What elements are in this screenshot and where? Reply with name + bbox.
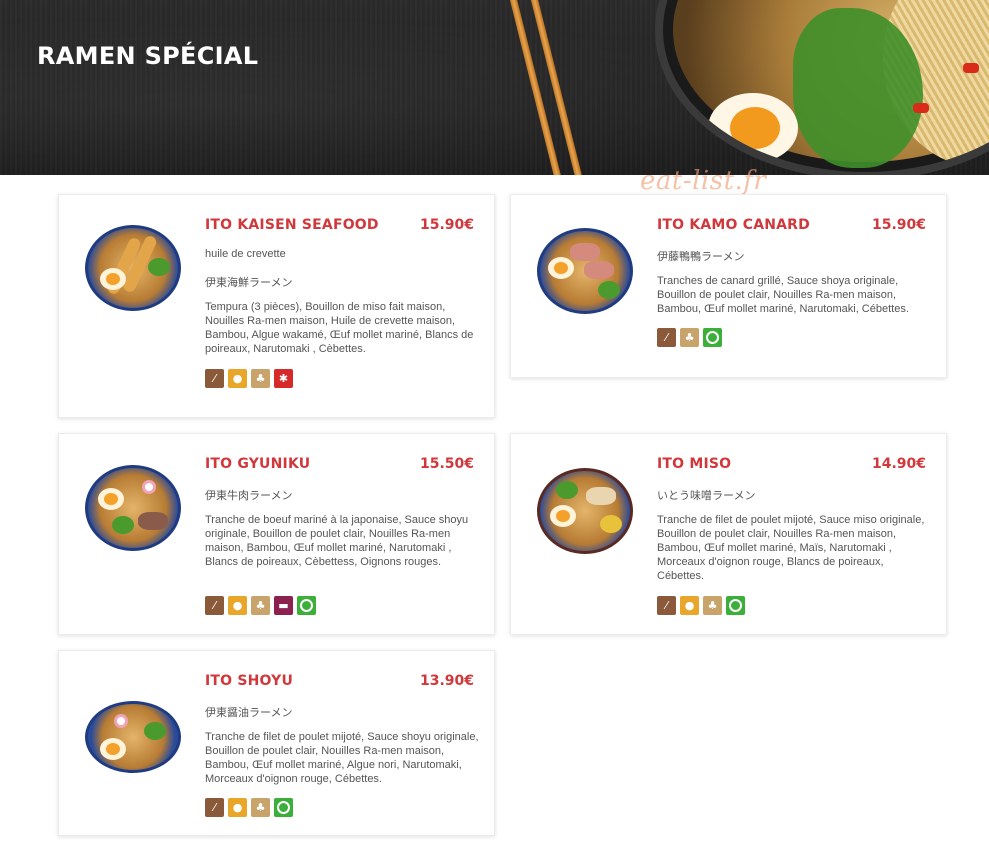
item-price: 15.90€ [871, 217, 926, 233]
nuts-icon: ♣ [251, 369, 270, 388]
item-description: Tranches de canard grillé, Sauce shoya o… [657, 275, 909, 315]
item-price: 14.90€ [871, 456, 926, 472]
item-name: ITO SHOYU [205, 673, 294, 689]
item-price: 15.50€ [419, 456, 474, 472]
vegetal-icon [726, 596, 745, 615]
watermark: eat-list.fr [640, 166, 767, 196]
item-japanese-name: 伊東海鮮ラーメン [205, 277, 293, 289]
ramen-thumbnail [85, 225, 181, 311]
item-name: ITO MISO [657, 456, 732, 472]
item-japanese-name: 伊藤鴨鴨ラーメン [657, 251, 745, 263]
item-subtitle: huile de crevette [205, 248, 286, 260]
menu-item-card[interactable]: ITO MISO 14.90€ いとう味噌ラーメン Tranche de fil… [510, 433, 947, 635]
item-japanese-name: 伊東醤油ラーメン [205, 707, 293, 719]
page-title: RAMEN SPÉCIAL [37, 42, 259, 70]
item-price: 13.90€ [419, 673, 474, 689]
nuts-icon: ♣ [703, 596, 722, 615]
nuts-icon: ♣ [251, 798, 270, 817]
item-name: ITO KAMO CANARD [657, 217, 810, 233]
allergen-icons: ⁄ ● ♣ ▬ [205, 596, 316, 615]
crustacean-icon: ✱ [274, 369, 293, 388]
item-price: 15.90€ [419, 217, 474, 233]
gluten-icon: ⁄ [205, 596, 224, 615]
egg-icon: ● [228, 798, 247, 817]
item-name: ITO KAISEN SEAFOOD [205, 217, 379, 233]
egg-icon: ● [228, 369, 247, 388]
gluten-icon: ⁄ [205, 369, 224, 388]
ramen-thumbnail [85, 701, 181, 773]
nuts-icon: ♣ [680, 328, 699, 347]
allergen-icons: ⁄ ♣ [657, 328, 722, 347]
item-japanese-name: 伊東牛肉ラーメン [205, 490, 293, 502]
hero-banner: RAMEN SPÉCIAL [0, 0, 989, 175]
allergen-icons: ⁄ ● ♣ [205, 798, 293, 817]
item-description: Tranche de filet de poulet mijoté, Sauce… [657, 514, 925, 582]
gluten-icon: ⁄ [657, 328, 676, 347]
item-description: Tempura (3 pièces), Bouillon de miso fai… [205, 301, 474, 355]
egg-icon: ● [228, 596, 247, 615]
item-description: Tranche de filet de poulet mijoté, Sauce… [205, 731, 479, 785]
menu-item-card[interactable]: ITO KAMO CANARD 15.90€ 伊藤鴨鴨ラーメン Tranches… [510, 194, 947, 378]
ramen-thumbnail [85, 465, 181, 551]
item-japanese-name: いとう味噌ラーメン [657, 490, 756, 502]
beef-icon: ▬ [274, 596, 293, 615]
ramen-thumbnail [537, 468, 633, 554]
gluten-icon: ⁄ [657, 596, 676, 615]
item-description: Tranche de boeuf mariné à la japonaise, … [205, 514, 469, 568]
menu-item-card[interactable]: ITO KAISEN SEAFOOD 15.90€ huile de creve… [58, 194, 495, 418]
vegetal-icon [297, 596, 316, 615]
nuts-icon: ♣ [251, 596, 270, 615]
menu-item-card[interactable]: ITO SHOYU 13.90€ 伊東醤油ラーメン Tranche de fil… [58, 650, 495, 836]
menu-item-card[interactable]: ITO GYUNIKU 15.50€ 伊東牛肉ラーメン Tranche de b… [58, 433, 495, 635]
ramen-thumbnail [537, 228, 633, 314]
vegetal-icon [703, 328, 722, 347]
egg-icon: ● [680, 596, 699, 615]
vegetal-icon [274, 798, 293, 817]
gluten-icon: ⁄ [205, 798, 224, 817]
allergen-icons: ⁄ ● ♣ ✱ [205, 369, 293, 388]
allergen-icons: ⁄ ● ♣ [657, 596, 745, 615]
item-name: ITO GYUNIKU [205, 456, 311, 472]
